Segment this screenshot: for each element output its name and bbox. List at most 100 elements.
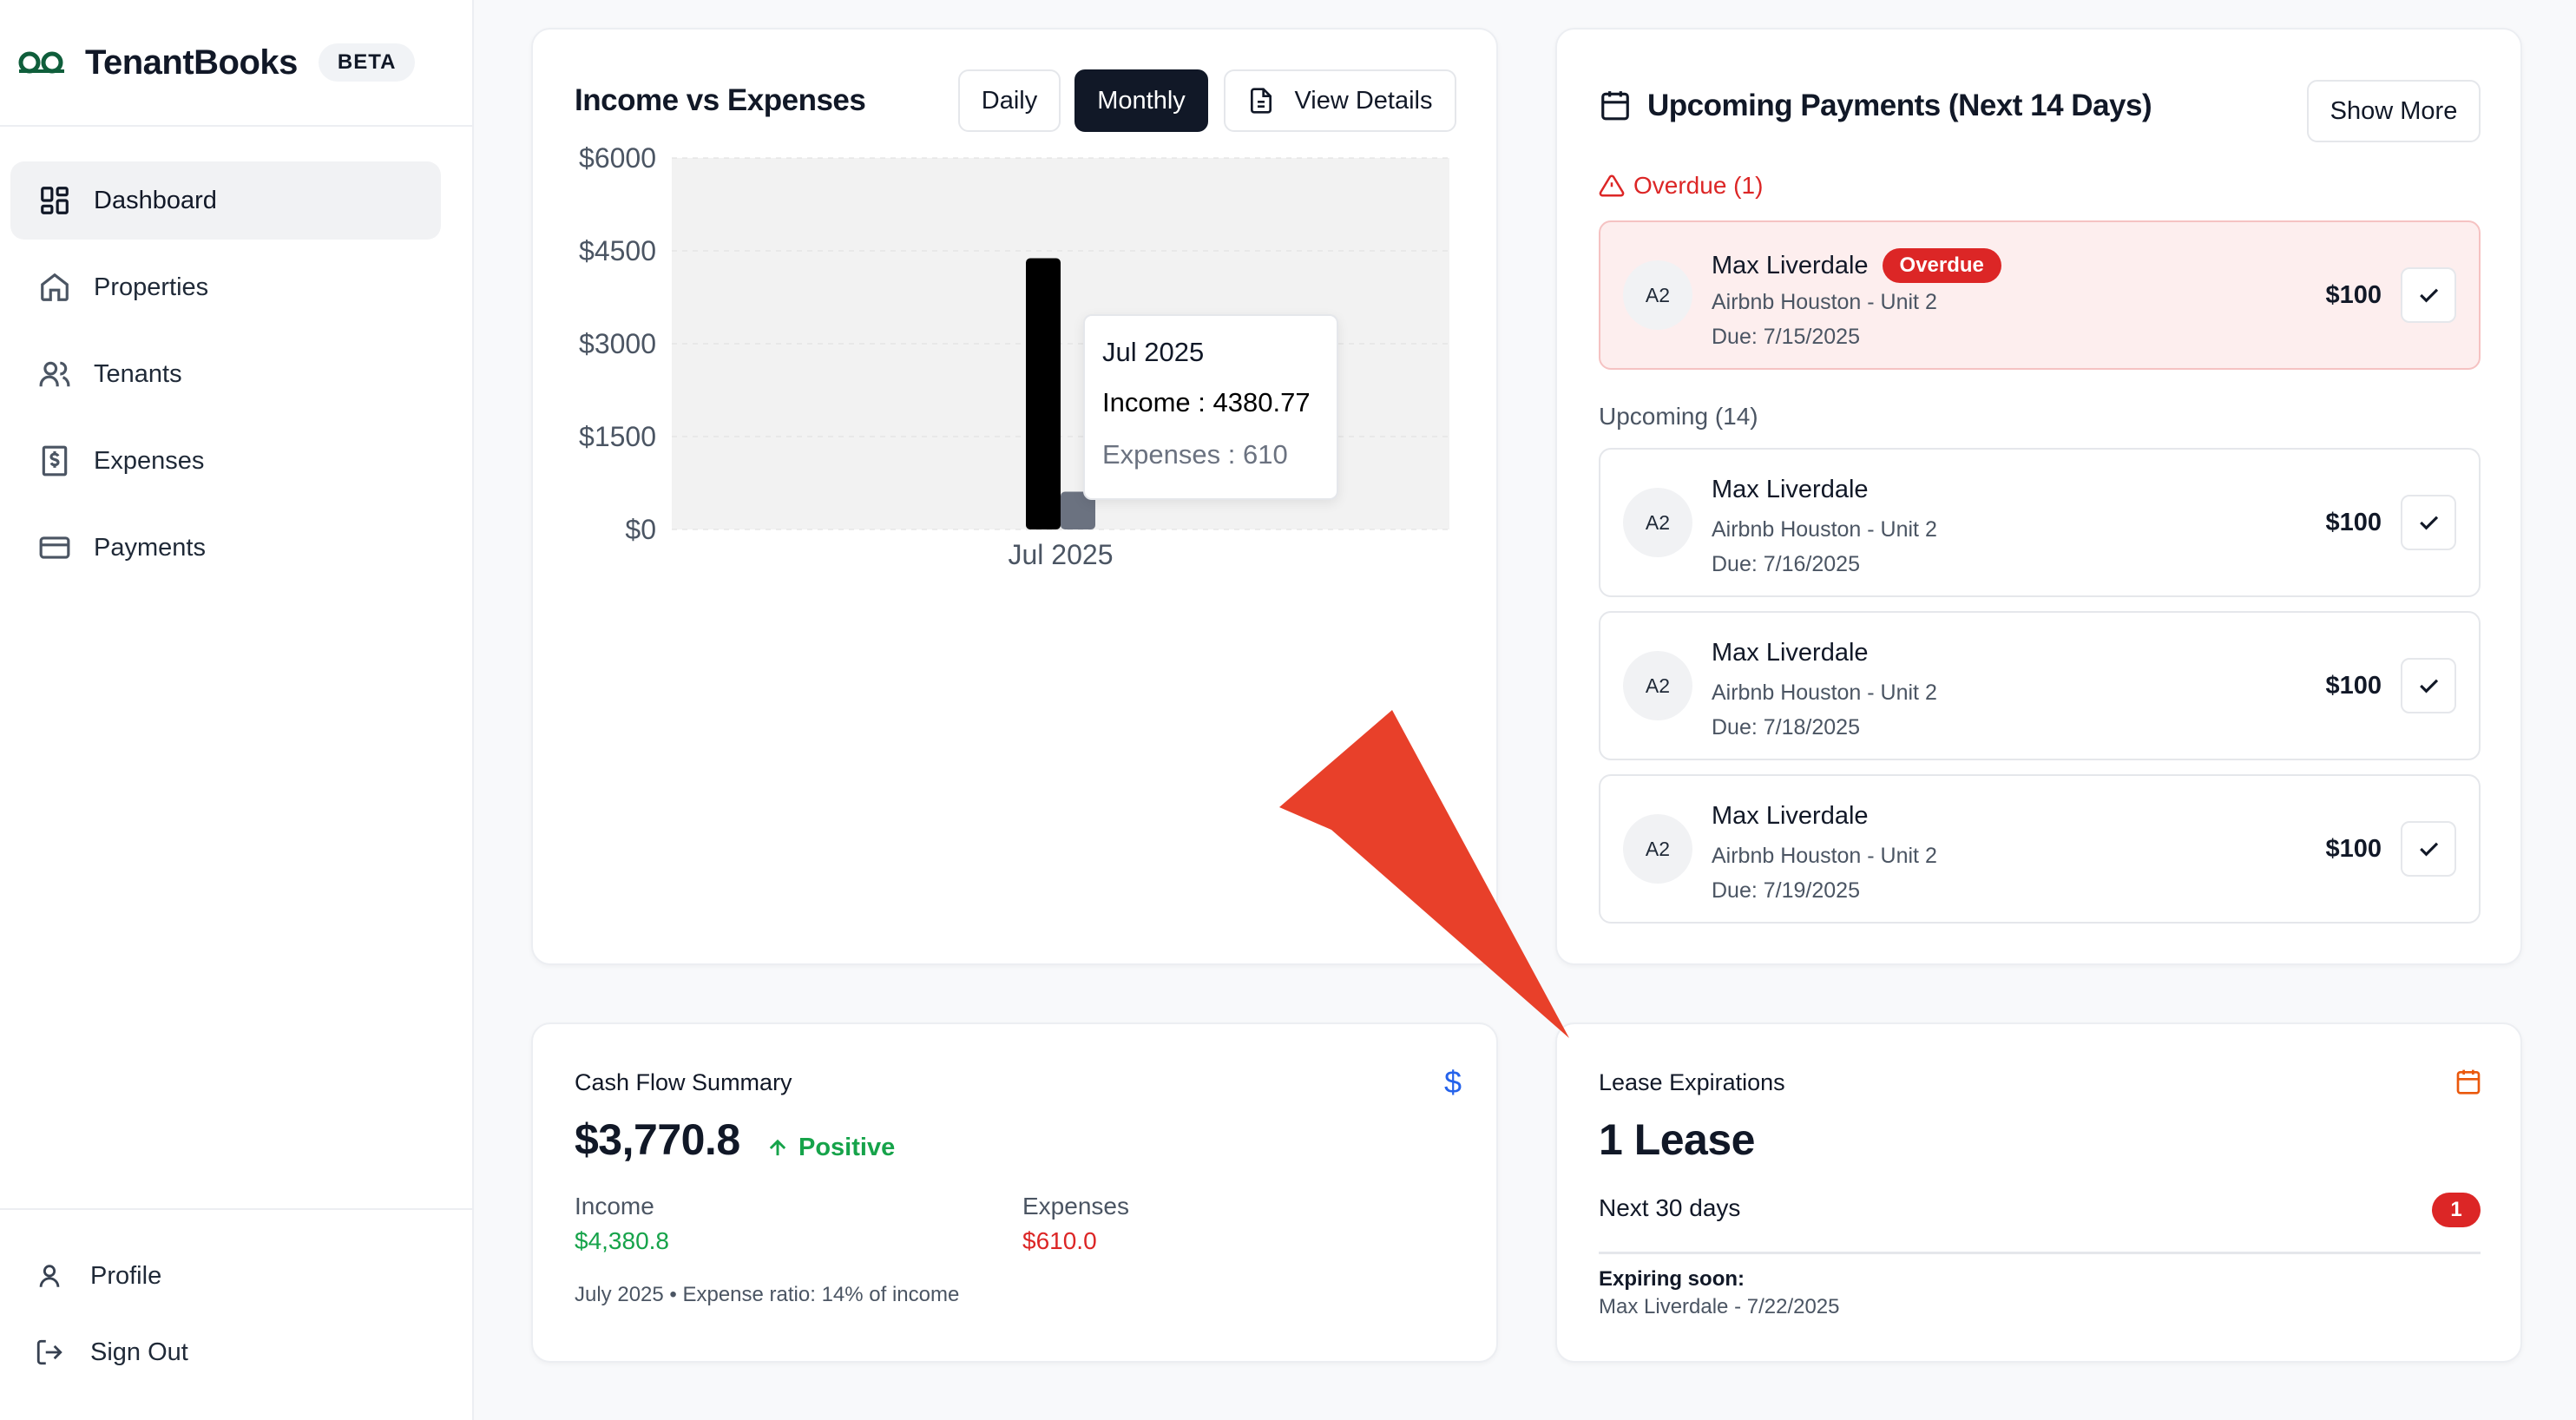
- expiring-detail: Max Liverdale - 7/22/2025: [1599, 1295, 1840, 1318]
- sidebar: TenantBooks BETA Dashboard Properties Te…: [0, 0, 474, 1420]
- warning-icon: [1599, 174, 1625, 197]
- home-icon: [41, 273, 69, 301]
- income-card-title: Income vs Expenses: [575, 83, 866, 117]
- tooltip-title: Jul 2025: [1102, 337, 1205, 367]
- sidebar-bottom-nav: Profile Sign Out: [10, 1238, 441, 1390]
- cash-flow-title: Cash Flow Summary: [575, 1069, 792, 1095]
- divider: [0, 1208, 474, 1210]
- sidebar-item-label: Sign Out: [90, 1338, 188, 1366]
- sign-out-icon: [36, 1339, 62, 1365]
- daily-button[interactable]: Daily: [958, 69, 1061, 132]
- mark-paid-button[interactable]: [2401, 495, 2456, 550]
- sidebar-item-label: Tenants: [94, 359, 182, 388]
- sidebar-item-tenants[interactable]: Tenants: [10, 335, 441, 413]
- due-date: Due: 7/18/2025: [1712, 715, 1860, 740]
- users-icon: [39, 361, 70, 387]
- sidebar-item-label: Profile: [90, 1261, 162, 1290]
- calendar-icon: [2456, 1069, 2481, 1095]
- payment-row[interactable]: A2 Max Liverdale Airbnb Houston - Unit 2…: [1599, 611, 2481, 760]
- mark-paid-button[interactable]: [2401, 821, 2456, 877]
- upcoming-payments-card: Upcoming Payments (Next 14 Days) Show Mo…: [1555, 28, 2522, 965]
- tenant-name: Max Liverdale: [1712, 639, 1869, 667]
- lease-expirations-card: Lease Expirations 1 Lease Next 30 days 1…: [1555, 1022, 2522, 1363]
- payment-row[interactable]: A2 Max Liverdale Airbnb Houston - Unit 2…: [1599, 448, 2481, 597]
- dashboard-icon: [41, 187, 69, 214]
- bar-income[interactable]: [1026, 258, 1061, 529]
- sidebar-item-dashboard[interactable]: Dashboard: [10, 161, 441, 240]
- y-tick-label: $6000: [579, 142, 656, 174]
- payment-row-overdue[interactable]: A2 Max Liverdale Overdue Airbnb Houston …: [1599, 220, 2481, 370]
- payments-card-title: Upcoming Payments (Next 14 Days): [1647, 89, 2152, 122]
- payment-amount: $100: [2325, 509, 2382, 536]
- lease-window: Next 30 days: [1599, 1194, 1741, 1221]
- mark-paid-button[interactable]: [2401, 658, 2456, 713]
- property-name: Airbnb Houston - Unit 2: [1712, 844, 1937, 868]
- check-icon: [2420, 842, 2439, 857]
- chart-tooltip: Jul 2025 Income : 4380.77 Expenses : 610: [1083, 314, 1338, 500]
- show-more-button[interactable]: Show More: [2307, 80, 2481, 142]
- avatar: A2: [1623, 651, 1692, 720]
- dollar-icon: $: [1443, 1064, 1462, 1100]
- divider: [0, 125, 474, 127]
- tooltip-income: Income : 4380.77: [1102, 387, 1311, 417]
- expiring-soon-label: Expiring soon:: [1599, 1267, 1745, 1291]
- check-icon: [2420, 516, 2439, 530]
- tenant-name: Max Liverdale Overdue: [1712, 248, 2001, 283]
- mark-paid-button[interactable]: [2401, 267, 2456, 323]
- brand-name: TenantBooks: [85, 43, 298, 82]
- y-tick-label: $1500: [579, 421, 656, 452]
- logo-icon: [18, 51, 64, 74]
- sidebar-item-expenses[interactable]: Expenses: [10, 422, 441, 500]
- calendar-icon: [1601, 91, 1629, 121]
- brand[interactable]: TenantBooks BETA: [17, 36, 416, 89]
- property-name: Airbnb Houston - Unit 2: [1712, 517, 1937, 542]
- overdue-label-text: Overdue (1): [1633, 172, 1764, 199]
- check-icon: [2420, 288, 2439, 303]
- property-name: Airbnb Houston - Unit 2: [1712, 680, 1937, 705]
- sidebar-item-properties[interactable]: Properties: [10, 248, 441, 326]
- avatar: A2: [1623, 488, 1692, 557]
- cash-flow-value: $3,770.8: [575, 1115, 740, 1164]
- payment-amount: $100: [2325, 835, 2382, 863]
- tenant-name: Max Liverdale: [1712, 802, 1869, 830]
- y-tick-label: $0: [625, 514, 656, 545]
- expenses-value: $610.0: [1022, 1227, 1097, 1254]
- income-label: Income: [575, 1193, 654, 1219]
- view-details-label: View Details: [1294, 86, 1433, 115]
- overdue-badge: Overdue: [1882, 248, 2001, 283]
- overdue-section-label: Overdue (1): [1599, 172, 1763, 200]
- lease-count-badge: 1: [2432, 1193, 2481, 1227]
- tooltip-expenses: Expenses : 610: [1102, 439, 1288, 470]
- monthly-button[interactable]: Monthly: [1074, 69, 1208, 132]
- expenses-label: Expenses: [1022, 1193, 1129, 1219]
- expense-ratio-note: July 2025 • Expense ratio: 14% of income: [575, 1283, 960, 1306]
- view-details-button[interactable]: View Details: [1224, 69, 1456, 132]
- receipt-icon: [42, 445, 68, 477]
- positive-label: Positive: [798, 1134, 896, 1161]
- lease-count-value: 1 Lease: [1599, 1115, 1755, 1164]
- y-tick-label: $4500: [579, 235, 656, 266]
- sidebar-item-sign-out[interactable]: Sign Out: [10, 1314, 441, 1390]
- lease-title: Lease Expirations: [1599, 1069, 1785, 1095]
- upcoming-section-label: Upcoming (14): [1599, 403, 1758, 430]
- beta-badge: BETA: [318, 43, 416, 82]
- payment-amount: $100: [2325, 672, 2382, 700]
- payment-row[interactable]: A2 Max Liverdale Airbnb Houston - Unit 2…: [1599, 774, 2481, 924]
- x-tick-label: Jul 2025: [1009, 539, 1114, 570]
- arrow-up-icon: [769, 1139, 786, 1155]
- due-date: Due: 7/15/2025: [1712, 325, 1860, 349]
- tenant-name: Max Liverdale: [1712, 476, 1869, 503]
- cash-flow-summary-card: Cash Flow Summary $ $3,770.8 Positive In…: [531, 1022, 1498, 1363]
- sidebar-item-label: Dashboard: [94, 186, 217, 214]
- tenant-name-text: Max Liverdale: [1712, 251, 1869, 279]
- avatar: A2: [1623, 814, 1692, 884]
- sidebar-item-label: Payments: [94, 533, 206, 562]
- check-icon: [2420, 679, 2439, 694]
- y-tick-label: $3000: [579, 328, 656, 359]
- positive-indicator: Positive: [766, 1134, 895, 1162]
- sidebar-item-payments[interactable]: Payments: [10, 509, 441, 587]
- sidebar-item-profile[interactable]: Profile: [10, 1238, 441, 1314]
- property-name: Airbnb Houston - Unit 2: [1712, 290, 1937, 314]
- divider: [1599, 1252, 2481, 1254]
- income-value: $4,380.8: [575, 1227, 669, 1254]
